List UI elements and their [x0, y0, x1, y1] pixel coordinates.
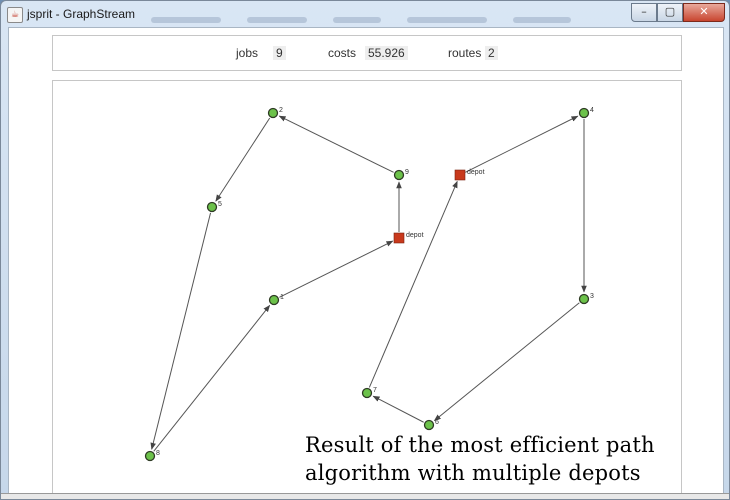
bottom-strip	[1, 493, 729, 499]
service-node-5[interactable]: 5	[206, 201, 223, 213]
depot-node-depot2[interactable]: depot	[454, 169, 485, 181]
route-edge-2-to-5	[215, 117, 271, 202]
app-window: ☕ jsprit - GraphStream – ▢ ✕ jobs 9 cost…	[0, 0, 730, 500]
node-label: 9	[405, 169, 409, 176]
depot-node-depot1[interactable]: depot	[393, 232, 424, 244]
node-label: 1	[280, 294, 284, 301]
route-edge-5-to-8	[150, 212, 212, 450]
route-edge-1-to-depot1	[279, 240, 394, 298]
window-client-area: jobs 9 costs 55.926 routes 2 2 5 8 1 9 4 3 6 7 de…	[8, 27, 724, 499]
node-label: 2	[279, 107, 283, 114]
service-marker[interactable]	[578, 107, 590, 119]
service-marker[interactable]	[578, 293, 590, 305]
service-marker[interactable]	[206, 201, 218, 213]
caption-line-1: Result of the most efficient path	[305, 433, 655, 457]
service-node-3[interactable]: 3	[578, 293, 595, 305]
route-edge-9-to-2	[278, 115, 394, 173]
service-marker[interactable]	[361, 387, 373, 399]
route-edge-7-to-depot2	[368, 180, 458, 388]
node-label: 4	[590, 107, 594, 114]
service-node-1[interactable]: 1	[268, 294, 285, 306]
service-node-6[interactable]: 6	[423, 419, 440, 431]
edges-layer	[150, 115, 587, 452]
service-marker[interactable]	[144, 450, 156, 462]
route-graph: 2 5 8 1 9 4 3 6 7 depot depot	[144, 107, 595, 462]
node-label: depot	[467, 169, 485, 176]
service-node-2[interactable]: 2	[267, 107, 284, 119]
service-node-8[interactable]: 8	[144, 450, 161, 462]
route-edge-6-to-7	[372, 395, 424, 423]
nodes-layer: 2 5 8 1 9 4 3 6 7 depot depot	[144, 107, 595, 462]
node-label: 7	[373, 387, 377, 394]
route-edge-3-to-6	[433, 302, 580, 422]
node-label: 5	[218, 201, 222, 208]
service-marker[interactable]	[267, 107, 279, 119]
node-label: 6	[435, 419, 439, 426]
service-marker[interactable]	[268, 294, 280, 306]
node-label: depot	[406, 232, 424, 239]
service-marker[interactable]	[423, 419, 435, 431]
caption-line-2: algorithm with multiple depots	[305, 461, 641, 485]
depot-marker[interactable]	[393, 232, 405, 244]
route-edge-8-to-1	[153, 304, 271, 452]
node-label: 3	[590, 293, 594, 300]
service-node-7[interactable]: 7	[361, 387, 378, 399]
depot-marker[interactable]	[454, 169, 466, 181]
node-label: 8	[156, 450, 160, 457]
service-node-4[interactable]: 4	[578, 107, 595, 119]
service-marker[interactable]	[393, 169, 405, 181]
figure-caption: Result of the most efficient path algori…	[305, 431, 725, 487]
route-edge-depot2-to-4	[465, 115, 579, 173]
service-node-9[interactable]: 9	[393, 169, 410, 181]
